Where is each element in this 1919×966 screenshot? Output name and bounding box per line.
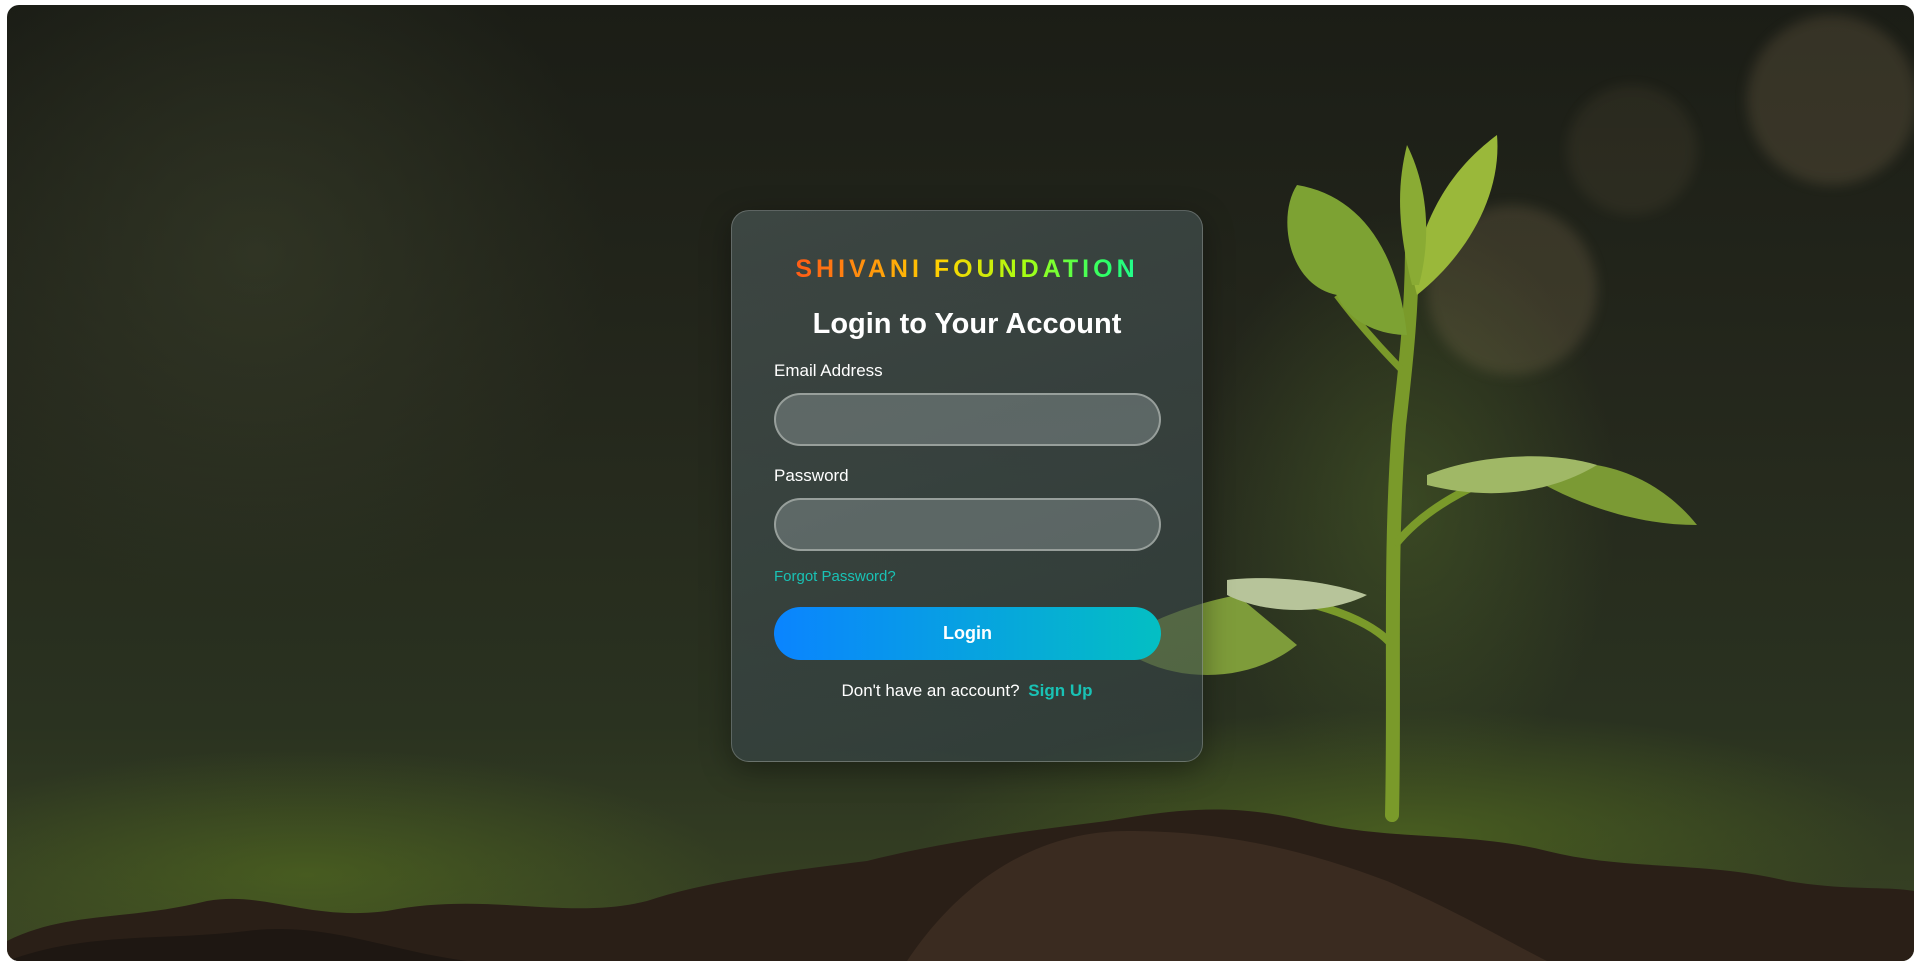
page-title: Login to Your Account (812, 308, 1122, 340)
password-label: Password (774, 466, 849, 485)
signup-prompt: Don't have an account? (841, 681, 1020, 700)
brand-title: SHIVANI FOUNDATION (732, 255, 1202, 284)
bokeh-light (1747, 15, 1914, 185)
seedling-image (1127, 135, 1697, 822)
password-field[interactable] (774, 498, 1161, 551)
signup-row: Don't have an account? Sign Up (732, 681, 1202, 701)
login-card: SHIVANI FOUNDATION Login to Your Account… (731, 210, 1203, 762)
signup-link[interactable]: Sign Up (1028, 681, 1092, 700)
forgot-password-link[interactable]: Forgot Password? (774, 568, 896, 585)
page-background: SHIVANI FOUNDATION Login to Your Account… (7, 5, 1914, 961)
email-field[interactable] (774, 393, 1161, 446)
soil-image (7, 809, 1914, 961)
login-button[interactable]: Login (774, 607, 1161, 660)
email-label: Email Address (774, 361, 883, 380)
